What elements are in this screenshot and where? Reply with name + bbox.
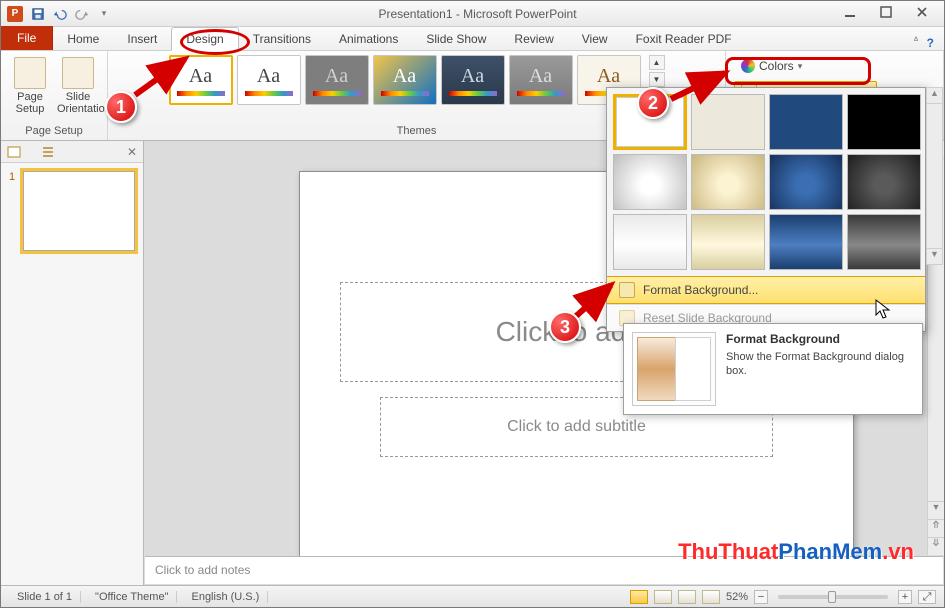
view-reading-button[interactable] — [678, 590, 696, 604]
status-bar: Slide 1 of 1 "Office Theme" English (U.S… — [1, 585, 944, 607]
title-bar: P ▾ Presentation1 - Microsoft PowerPoint — [1, 1, 944, 27]
theme-thumbnail[interactable]: Aa — [169, 55, 233, 105]
colors-icon — [741, 59, 755, 73]
tab-transitions[interactable]: Transitions — [239, 28, 325, 50]
slide-orientation-button[interactable]: Slide Orientation — [57, 55, 99, 115]
theme-thumbnail[interactable]: Aa — [305, 55, 369, 105]
status-language[interactable]: English (U.S.) — [183, 591, 268, 603]
background-style-swatch[interactable] — [769, 94, 843, 150]
view-sorter-button[interactable] — [654, 590, 672, 604]
tab-home[interactable]: Home — [53, 28, 113, 50]
zoom-out-button[interactable]: − — [754, 590, 768, 604]
group-page-setup: Page Setup Slide Orientation Page Setup — [1, 51, 108, 140]
tab-view[interactable]: View — [568, 28, 622, 50]
undo-icon[interactable] — [51, 5, 69, 23]
background-style-swatch[interactable] — [613, 94, 687, 150]
quick-access-toolbar: ▾ — [29, 5, 113, 23]
notes-pane[interactable]: Click to add notes — [145, 556, 943, 584]
colors-button[interactable]: Colors▾ — [734, 55, 809, 77]
slides-tab-icon[interactable] — [7, 146, 21, 158]
format-background-icon — [619, 282, 635, 298]
tooltip-title: Format Background — [726, 332, 914, 346]
background-style-swatch[interactable] — [847, 154, 921, 210]
zoom-level[interactable]: 52% — [726, 591, 748, 603]
background-style-swatch[interactable] — [613, 214, 687, 270]
background-styles-dropdown: Format Background... Reset Slide Backgro… — [606, 87, 926, 332]
window-title: Presentation1 - Microsoft PowerPoint — [113, 7, 842, 21]
view-normal-button[interactable] — [630, 590, 648, 604]
theme-thumbnail[interactable]: Aa — [373, 55, 437, 105]
background-style-swatch[interactable] — [613, 154, 687, 210]
thumbnails-close-icon[interactable]: ✕ — [127, 145, 137, 159]
fit-to-window-button[interactable]: ⤢ — [918, 590, 936, 604]
themes-scroll-down[interactable]: ▼ — [649, 72, 665, 87]
theme-thumbnail[interactable]: Aa — [509, 55, 573, 105]
tab-design[interactable]: Design — [171, 27, 238, 51]
slide-thumbnail[interactable]: 1 — [9, 171, 135, 251]
background-style-swatch[interactable] — [691, 154, 765, 210]
ribbon-tabs: File Home Insert Design Transitions Anim… — [1, 27, 944, 51]
thumbnails-pane: ✕ 1 — [1, 141, 144, 585]
tab-foxit[interactable]: Foxit Reader PDF — [622, 28, 746, 50]
zoom-slider[interactable] — [778, 595, 888, 599]
thumbnail-preview — [23, 171, 135, 251]
background-style-swatch[interactable] — [691, 94, 765, 150]
menu-format-background[interactable]: Format Background... — [607, 276, 925, 304]
group-label-page-setup: Page Setup — [25, 123, 83, 140]
close-button[interactable] — [914, 6, 930, 21]
help-icon[interactable]: ? — [927, 36, 934, 50]
zoom-in-button[interactable]: + — [898, 590, 912, 604]
theme-thumbnail[interactable]: Aa — [237, 55, 301, 105]
background-style-swatch[interactable] — [691, 214, 765, 270]
tab-slideshow[interactable]: Slide Show — [412, 28, 500, 50]
redo-icon[interactable] — [73, 5, 91, 23]
page-setup-icon — [14, 57, 46, 89]
tab-file[interactable]: File — [1, 26, 53, 50]
status-theme: "Office Theme" — [87, 591, 177, 603]
powerpoint-icon: P — [7, 6, 23, 22]
minimize-button[interactable] — [842, 6, 858, 21]
tab-review[interactable]: Review — [500, 28, 567, 50]
themes-scroll-up[interactable]: ▲ — [649, 55, 665, 70]
maximize-button[interactable] — [878, 6, 894, 21]
qat-customize-icon[interactable]: ▾ — [95, 5, 113, 23]
tooltip-thumbnail — [632, 332, 716, 406]
outline-tab-icon[interactable] — [41, 146, 55, 158]
view-slideshow-button[interactable] — [702, 590, 720, 604]
tooltip-format-background: Format Background Show the Format Backgr… — [623, 323, 923, 415]
ribbon-minimize-icon[interactable]: ᐞ — [913, 36, 918, 50]
status-slide-number: Slide 1 of 1 — [9, 591, 81, 603]
theme-thumbnail[interactable]: Aa — [441, 55, 505, 105]
background-style-swatch[interactable] — [847, 214, 921, 270]
tab-insert[interactable]: Insert — [113, 28, 171, 50]
save-icon[interactable] — [29, 5, 47, 23]
background-style-swatch[interactable] — [847, 94, 921, 150]
group-label-themes: Themes — [397, 123, 437, 140]
tab-animations[interactable]: Animations — [325, 28, 412, 50]
page-setup-button[interactable]: Page Setup — [9, 55, 51, 115]
thumbnail-number: 1 — [9, 171, 19, 251]
background-style-swatch[interactable] — [769, 214, 843, 270]
background-style-swatch[interactable] — [769, 154, 843, 210]
slide-orientation-icon — [62, 57, 94, 89]
window-controls — [842, 6, 938, 21]
bg-dropdown-scrollbar[interactable]: ▲ ▼ — [926, 87, 943, 265]
tooltip-description: Show the Format Background dialog box. — [726, 350, 914, 378]
